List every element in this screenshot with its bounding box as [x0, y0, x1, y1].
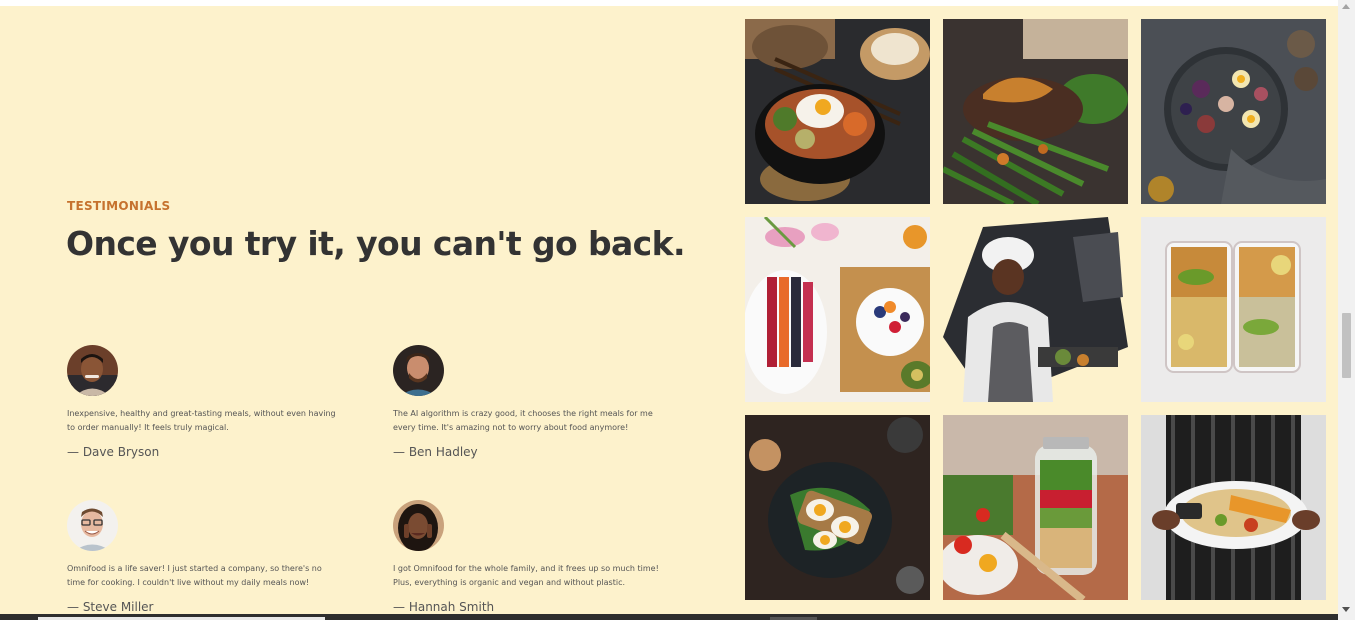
scroll-up-arrow-icon[interactable] [1342, 4, 1350, 9]
avatar-hannah-smith [393, 500, 444, 551]
scroll-thumb[interactable] [1342, 313, 1351, 378]
testimonial-author: — Hannah Smith [393, 600, 495, 614]
scroll-down-arrow-icon[interactable] [1342, 607, 1350, 612]
testimonial-author: — Steve Miller [67, 600, 154, 614]
gallery-image-fig-salad [1141, 19, 1326, 204]
gallery-image-salad-jar [943, 415, 1128, 600]
taskbar-strip [0, 614, 1338, 620]
testimonial-quote: I got Omnifood for the whole family, and… [393, 564, 659, 587]
section-heading: Once you try it, you can't go back. [66, 224, 685, 263]
testimonial-card: The AI algorithm is crazy good, it choos… [393, 345, 673, 459]
gallery-image-chef [943, 217, 1128, 402]
testimonial-quote: Inexpensive, healthy and great-tasting m… [67, 409, 336, 432]
gallery-image-meal-prep [1141, 217, 1326, 402]
gallery-image-waiter-plate [1141, 415, 1326, 600]
testimonial-author: — Ben Hadley [393, 445, 478, 459]
avatar-ben-hadley [393, 345, 444, 396]
testimonials-section: Testimonials Once you try it, you can't … [0, 6, 1338, 614]
testimonial-author: — Dave Bryson [67, 445, 160, 459]
food-gallery [745, 19, 1326, 600]
testimonial-quote: Omnifood is a life saver! I just started… [67, 564, 322, 587]
gallery-image-fruit-breakfast [745, 217, 930, 402]
avatar-steve-miller [67, 500, 118, 551]
avatar-dave-bryson [67, 345, 118, 396]
page-scrollbar[interactable] [1338, 0, 1355, 620]
testimonial-card: I got Omnifood for the whole family, and… [393, 500, 673, 614]
testimonial-card: Omnifood is a life saver! I just started… [67, 500, 347, 614]
gallery-image-bibimbap [745, 19, 930, 204]
gallery-image-steak [943, 19, 1128, 204]
testimonial-card: Inexpensive, healthy and great-tasting m… [67, 345, 347, 459]
testimonial-quote: The AI algorithm is crazy good, it choos… [393, 409, 653, 432]
gallery-image-egg-toast [745, 415, 930, 600]
section-subheading: Testimonials [67, 199, 171, 213]
